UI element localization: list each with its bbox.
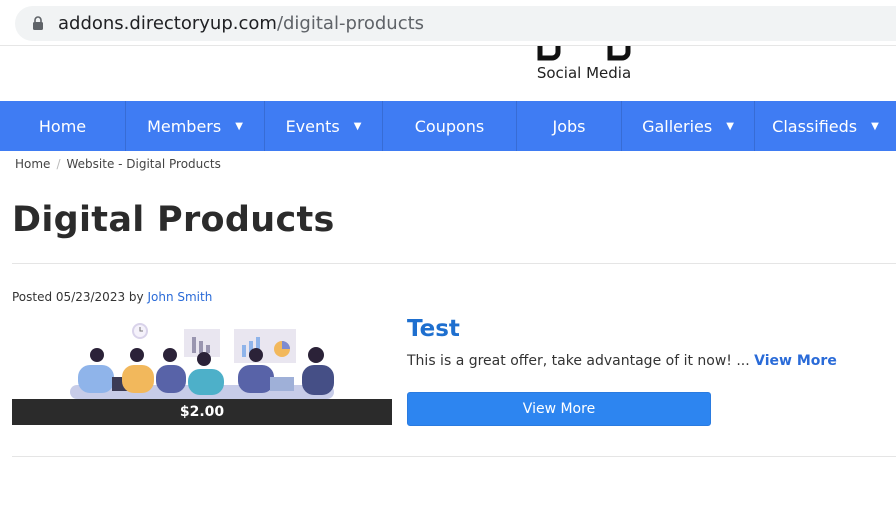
- caret-down-icon: ▼: [353, 120, 362, 132]
- url-field[interactable]: addons.directoryup.com/digital-products: [15, 6, 896, 41]
- nav-home[interactable]: Home: [0, 101, 126, 151]
- nav-jobs[interactable]: Jobs: [517, 101, 622, 151]
- caret-down-icon: ▼: [235, 120, 243, 132]
- site-logo[interactable]: Social Media: [520, 46, 650, 100]
- url-text: addons.directoryup.com/digital-products: [58, 6, 424, 41]
- divider: [12, 263, 896, 264]
- url-path: /digital-products: [276, 13, 425, 34]
- main-nav: Home Members ▼ Events ▼ Coupons Jobs Galle…: [0, 101, 896, 151]
- caret-down-icon: ▼: [871, 120, 879, 132]
- browser-address-bar: addons.directoryup.com/digital-products: [0, 0, 896, 46]
- nav-classifieds[interactable]: Classifieds ▼: [755, 101, 896, 151]
- nav-galleries-label: Galleries: [642, 116, 713, 136]
- breadcrumb: Home / Website - Digital Products: [15, 157, 221, 171]
- post-title-link[interactable]: Test: [407, 316, 460, 342]
- breadcrumb-separator: /: [56, 157, 61, 171]
- excerpt-text: This is a great offer, take advantage of…: [407, 353, 750, 369]
- nav-coupons-label: Coupons: [414, 116, 485, 136]
- excerpt-view-more-link[interactable]: View More: [754, 353, 837, 369]
- nav-classifieds-label: Classifieds: [772, 116, 858, 136]
- price-label: $2.00: [12, 399, 392, 425]
- lock-icon: [33, 16, 43, 30]
- product-image[interactable]: [12, 315, 392, 399]
- nav-events[interactable]: Events ▼: [265, 101, 383, 151]
- view-more-button[interactable]: View More: [407, 392, 711, 426]
- logo-mark-icon: [537, 46, 631, 61]
- nav-events-label: Events: [285, 116, 340, 136]
- breadcrumb-current: Website - Digital Products: [66, 157, 221, 171]
- url-host: addons.directoryup.com: [58, 13, 277, 34]
- divider: [12, 456, 896, 457]
- post-meta: Posted 05/23/2023 by John Smith: [12, 290, 212, 304]
- page-title: Digital Products: [12, 200, 335, 240]
- posted-date: Posted 05/23/2023 by: [12, 290, 144, 304]
- logo-tagline: Social Media: [536, 64, 632, 82]
- caret-down-icon: ▼: [726, 120, 734, 132]
- post-excerpt: This is a great offer, take advantage of…: [407, 353, 837, 369]
- author-link[interactable]: John Smith: [147, 290, 212, 304]
- breadcrumb-home-link[interactable]: Home: [15, 157, 50, 171]
- nav-members-label: Members: [147, 116, 222, 136]
- nav-jobs-label: Jobs: [552, 116, 586, 136]
- nav-galleries[interactable]: Galleries ▼: [622, 101, 755, 151]
- nav-members[interactable]: Members ▼: [126, 101, 265, 151]
- team-meeting-illustration: [70, 323, 334, 399]
- nav-home-label: Home: [38, 116, 87, 136]
- nav-coupons[interactable]: Coupons: [383, 101, 517, 151]
